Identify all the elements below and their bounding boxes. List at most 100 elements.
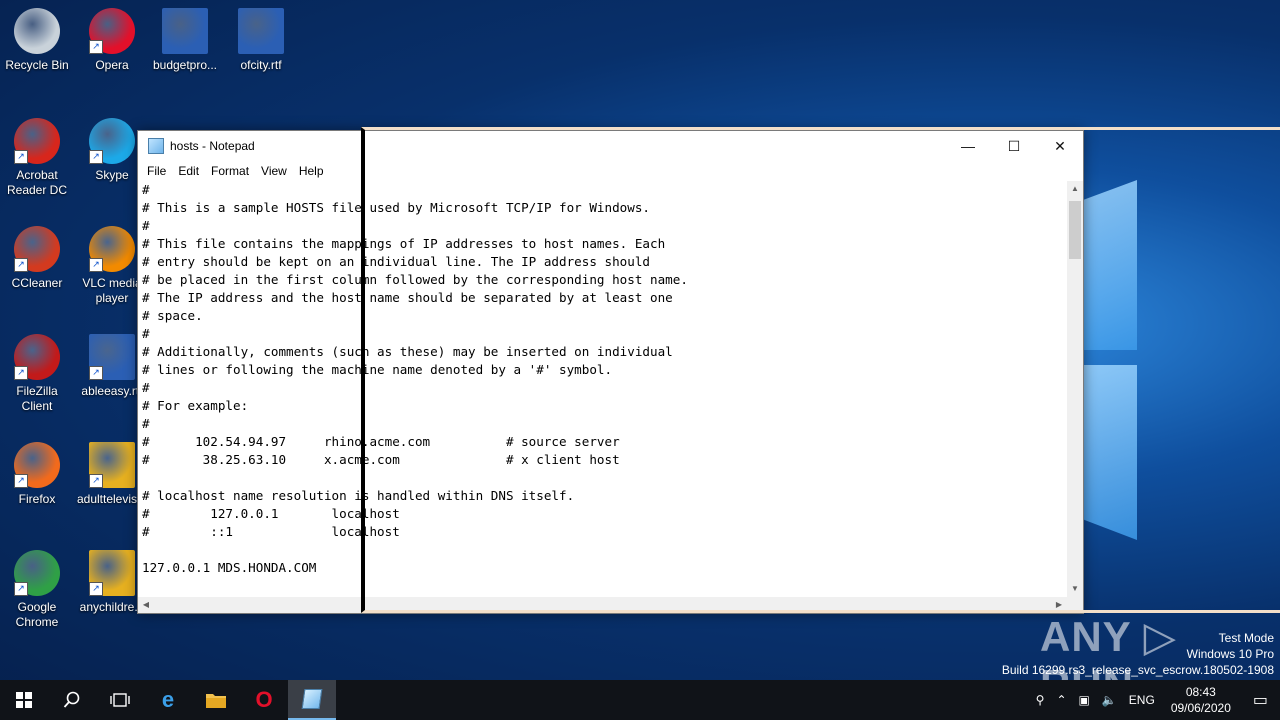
- desktop-icon[interactable]: ↗ Firefox: [0, 442, 74, 507]
- shortcut-arrow-icon: ↗: [89, 40, 103, 54]
- volume-icon[interactable]: 🔈: [1096, 693, 1123, 707]
- text-line: # be placed in the first column followed…: [142, 272, 688, 287]
- text-line: 127.0.0.1 MDS.HONDA.COM: [142, 560, 317, 575]
- desktop-icon[interactable]: ofcity.rtf: [224, 8, 298, 73]
- text-line: # This is a sample HOSTS file used by Mi…: [142, 200, 650, 215]
- desktop-icon-label: Opera: [95, 58, 129, 72]
- taskbar: e O ⚲ ⌃ ▣ 🔈 ENG 08:43 09/06/2020 ▭: [0, 680, 1280, 720]
- close-button[interactable]: ✕: [1037, 131, 1083, 161]
- menu-help[interactable]: Help: [293, 164, 330, 178]
- text-line: # lines or following the machine name de…: [142, 362, 613, 377]
- text-line: #: [142, 416, 150, 431]
- menu-bar: File Edit Format View Help: [138, 161, 1083, 181]
- scroll-down-icon[interactable]: ▼: [1067, 581, 1083, 597]
- start-button[interactable]: [0, 680, 48, 720]
- notepad-icon: [301, 689, 323, 709]
- vlc-icon: ↗: [89, 226, 135, 272]
- text-line: # This file contains the mappings of IP …: [142, 236, 666, 251]
- desktop-icon-label: Google Chrome: [15, 600, 59, 629]
- scroll-up-icon[interactable]: ▲: [1067, 181, 1083, 197]
- desktop-icon[interactable]: budgetpro...: [148, 8, 222, 73]
- menu-view[interactable]: View: [255, 164, 293, 178]
- word-document-icon: [238, 8, 284, 54]
- desktop-icon-label: Firefox: [18, 492, 56, 506]
- menu-edit[interactable]: Edit: [172, 164, 205, 178]
- opera-taskbar-button[interactable]: O: [240, 680, 288, 720]
- opera-icon: ↗: [89, 8, 135, 54]
- shortcut-arrow-icon: ↗: [89, 150, 103, 164]
- shortcut-arrow-icon: ↗: [89, 474, 103, 488]
- windows-wallpaper-logo: [1082, 170, 1280, 610]
- search-button[interactable]: [48, 680, 96, 720]
- acrobat-icon: ↗: [14, 118, 60, 164]
- text-line: # localhost name resolution is handled w…: [142, 488, 575, 503]
- shortcut-arrow-icon: ↗: [89, 258, 103, 272]
- shortcut-arrow-icon: ↗: [14, 474, 28, 488]
- scroll-left-icon[interactable]: ◀: [138, 597, 154, 613]
- windows-logo-icon: [16, 692, 32, 708]
- text-line: # 102.54.94.97 rhino.acme.com # source s…: [142, 434, 620, 449]
- text-line: #: [142, 326, 150, 341]
- text-line: # The IP address and the host name shoul…: [142, 290, 673, 305]
- desktop-icon[interactable]: ↗ CCleaner: [0, 226, 74, 291]
- ccleaner-icon: ↗: [14, 226, 60, 272]
- word-document-icon: ↗: [89, 334, 135, 380]
- notepad-window[interactable]: hosts - Notepad — ☐ ✕ File Edit Format V…: [137, 130, 1084, 614]
- shortcut-arrow-icon: ↗: [14, 258, 28, 272]
- word-document-icon: [162, 8, 208, 54]
- text-line: # For example:: [142, 398, 249, 413]
- show-hidden-icons[interactable]: ⌃: [1050, 693, 1072, 707]
- horizontal-scrollbar[interactable]: ◀ ▶: [138, 597, 1067, 613]
- text-line: #: [142, 218, 150, 233]
- clock[interactable]: 08:43 09/06/2020: [1161, 684, 1241, 716]
- text-line: # space.: [142, 308, 203, 323]
- action-center-icon[interactable]: ▭: [1241, 690, 1280, 710]
- window-title: hosts - Notepad: [170, 139, 255, 153]
- menu-file[interactable]: File: [141, 164, 172, 178]
- task-view-icon: [110, 693, 130, 707]
- text-line: # entry should be kept on an individual …: [142, 254, 650, 269]
- system-tray: ⚲ ⌃ ▣ 🔈 ENG 08:43 09/06/2020 ▭: [1030, 680, 1280, 720]
- text-line: # 127.0.0.1 localhost: [142, 506, 400, 521]
- title-bar[interactable]: hosts - Notepad — ☐ ✕: [138, 131, 1083, 161]
- menu-format[interactable]: Format: [205, 164, 255, 178]
- skype-icon: ↗: [89, 118, 135, 164]
- input-language[interactable]: ENG: [1123, 693, 1161, 707]
- edge-taskbar-button[interactable]: e: [144, 680, 192, 720]
- text-line: # Additionally, comments (such as these)…: [142, 344, 673, 359]
- folder-icon: [206, 694, 226, 708]
- minimize-button[interactable]: —: [945, 131, 991, 161]
- size-grip: [1067, 597, 1083, 613]
- desktop-icon[interactable]: ↗ Opera: [75, 8, 149, 73]
- people-icon[interactable]: ⚲: [1030, 693, 1051, 707]
- firefox-icon: ↗: [14, 442, 60, 488]
- desktop-icon[interactable]: Recycle Bin: [0, 8, 74, 73]
- scroll-thumb[interactable]: [1069, 201, 1081, 259]
- desktop-icon[interactable]: ↗ Acrobat Reader DC: [0, 118, 74, 198]
- edge-icon: e: [161, 687, 175, 712]
- desktop-icon-label: budgetpro...: [152, 58, 218, 72]
- desktop-icon-label: CCleaner: [11, 276, 63, 290]
- vertical-scrollbar[interactable]: ▲ ▼: [1067, 181, 1083, 597]
- notepad-taskbar-button[interactable]: [288, 680, 336, 720]
- desktop-icon[interactable]: ↗ Google Chrome: [0, 550, 74, 630]
- image-file-icon: ↗: [89, 550, 135, 596]
- text-editor-area[interactable]: # # This is a sample HOSTS file used by …: [138, 181, 1067, 597]
- network-icon[interactable]: ▣: [1073, 693, 1096, 707]
- task-view-button[interactable]: [96, 680, 144, 720]
- shortcut-arrow-icon: ↗: [14, 582, 28, 596]
- text-line: # ::1 localhost: [142, 524, 400, 539]
- os-edition-label: Windows 10 Pro: [1186, 647, 1274, 661]
- desktop-icon[interactable]: ↗ FileZilla Client: [0, 334, 74, 414]
- text-line: #: [142, 182, 150, 197]
- hosts-file-text[interactable]: # # This is a sample HOSTS file used by …: [138, 181, 1067, 577]
- desktop-icon-label: FileZilla Client: [16, 384, 58, 413]
- scroll-right-icon[interactable]: ▶: [1051, 597, 1067, 613]
- clock-time: 08:43: [1185, 685, 1216, 699]
- search-icon: [63, 691, 80, 708]
- maximize-button[interactable]: ☐: [991, 131, 1037, 161]
- explorer-taskbar-button[interactable]: [192, 680, 240, 720]
- shortcut-arrow-icon: ↗: [14, 150, 28, 164]
- recycle-bin-icon: [14, 8, 60, 54]
- opera-icon: O: [255, 687, 273, 712]
